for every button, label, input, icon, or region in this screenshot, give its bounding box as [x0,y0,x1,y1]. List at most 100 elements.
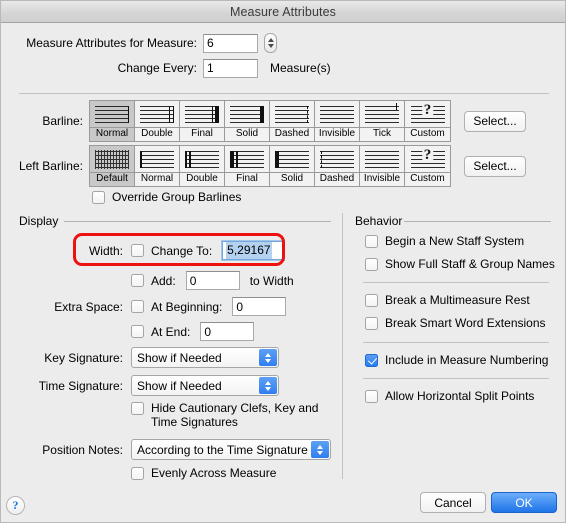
at-end-input[interactable] [200,322,255,341]
behavior-group-label: Behavior [355,214,403,228]
barline-select-button[interactable]: Select... [464,110,526,132]
behavior-item-label: Break Smart Word Extensions [385,316,546,330]
left-barline-default-icon [90,146,134,172]
barline-label: Barline: [42,114,83,128]
barline-option-final[interactable]: Final [180,101,225,141]
width-label: Width: [88,243,123,258]
key-signature-select[interactable]: Show if Needed [131,347,279,368]
barline-option-label: Custom [405,127,450,141]
measure-number-row: Measure Attributes for Measure: [1,31,566,55]
begin-new-staff-system-checkbox[interactable] [365,234,378,248]
help-button[interactable]: ? [6,496,25,515]
barline-normal-icon [90,101,134,127]
at-beginning-input[interactable] [232,297,287,316]
top-separator [19,93,549,94]
measure-attributes-dialog: Measure Attributes Measure Attributes fo… [0,0,566,523]
left-barline-option-label: Double [180,172,224,186]
left-barline-option-default[interactable]: Default [90,146,135,186]
evenly-across-measure-checkbox[interactable] [131,466,144,480]
stepper-down-icon[interactable] [267,44,274,48]
include-in-measure-numbering-checkbox[interactable] [365,353,378,367]
override-group-barlines-label: Override Group Barlines [112,190,242,204]
behavior-separator-2 [363,342,549,343]
stepper-up-icon[interactable] [267,38,274,42]
allow-horizontal-split-points-checkbox[interactable] [365,389,378,403]
chevron-updown-icon[interactable] [259,377,277,394]
left-barline-option-label: Solid [270,172,314,186]
position-notes-select[interactable]: According to the Time Signature [131,439,331,460]
show-full-staff-group-names-checkbox[interactable] [365,257,378,271]
at-beginning-label: At Beginning: [151,299,223,314]
evenly-across-measure-label: Evenly Across Measure [151,466,277,480]
left-barline-options-matrix[interactable]: Default Normal Double Final Solid Dashed… [89,145,451,187]
key-signature-row: Key Signature: Show if Needed [1,347,279,368]
add-input[interactable] [185,271,240,290]
change-every-label: Change Every: [117,61,197,75]
left-barline-option-solid[interactable]: Solid [270,146,315,186]
left-barline-option-dashed[interactable]: Dashed [315,146,360,186]
barline-double-icon [135,101,179,127]
left-barline-option-double[interactable]: Double [180,146,225,186]
barline-custom-icon: ? [405,101,450,127]
change-to-input[interactable]: 5,29167 [221,240,286,261]
hide-cautionary-row[interactable]: Hide Cautionary Clefs, Key and Time Sign… [131,401,318,429]
left-barline-option-label: Final [225,172,269,186]
barline-option-invisible[interactable]: Invisible [315,101,360,141]
chevron-updown-icon[interactable] [311,441,329,458]
behavior-item-allow-horizontal-split-points[interactable]: Allow Horizontal Split Points [365,389,534,403]
barline-option-normal[interactable]: Normal [90,101,135,141]
evenly-across-measure-row[interactable]: Evenly Across Measure [131,466,276,480]
hide-cautionary-checkbox[interactable] [131,402,144,415]
barline-solid-icon [225,101,269,127]
barline-option-label: Double [135,127,179,141]
add-to-width-row: Add: to Width [1,271,294,290]
barline-option-label: Dashed [270,127,314,141]
barline-option-label: Tick [360,127,404,141]
barline-row: Barline: Normal Double Final Solid Dashe… [1,100,566,142]
override-group-barlines-row[interactable]: Override Group Barlines [92,190,241,204]
measure-number-input[interactable] [203,33,258,53]
width-change-to-row: Width: Change To: 5,29167 [1,240,286,261]
left-barline-invisible-icon [360,146,404,172]
add-checkbox[interactable] [131,274,144,287]
behavior-item-label: Break a Multimeasure Rest [385,293,530,307]
barline-option-tick[interactable]: Tick [360,101,405,141]
behavior-item-include-in-measure-numbering[interactable]: Include in Measure Numbering [365,353,548,367]
barline-option-double[interactable]: Double [135,101,180,141]
left-barline-select-button[interactable]: Select... [464,155,526,177]
hide-cautionary-label-line2: Time Signatures [151,415,238,429]
change-to-checkbox[interactable] [131,244,144,257]
override-group-barlines-checkbox[interactable] [92,190,105,204]
extra-space-end-row: At End: [1,322,255,341]
left-barline-dashed-icon [315,146,359,172]
behavior-item-break-multimeasure-rest[interactable]: Break a Multimeasure Rest [365,293,530,307]
behavior-item-begin-new-staff-system[interactable]: Begin a New Staff System [365,234,524,248]
break-smart-word-extensions-checkbox[interactable] [365,316,378,330]
change-to-value: 5,29167 [226,242,272,259]
left-barline-option-label: Custom [405,172,450,186]
barline-option-dashed[interactable]: Dashed [270,101,315,141]
measure-number-stepper[interactable] [264,33,277,53]
behavior-separator-3 [363,378,549,379]
behavior-item-break-smart-word-extensions[interactable]: Break Smart Word Extensions [365,316,546,330]
change-every-input[interactable] [203,58,258,78]
left-barline-option-normal[interactable]: Normal [135,146,180,186]
behavior-item-show-full-staff-group-names[interactable]: Show Full Staff & Group Names [365,257,555,271]
at-beginning-checkbox[interactable] [131,300,144,313]
window-title: Measure Attributes [229,4,337,19]
barline-option-solid[interactable]: Solid [225,101,270,141]
barline-options-matrix[interactable]: Normal Double Final Solid Dashed Invisib… [89,100,451,142]
left-barline-option-label: Normal [135,172,179,186]
barline-option-custom[interactable]: ? Custom [405,101,450,141]
chevron-updown-icon[interactable] [259,349,277,366]
left-barline-option-invisible[interactable]: Invisible [360,146,405,186]
add-suffix-label: to Width [249,273,294,288]
cancel-button[interactable]: Cancel [420,492,486,513]
ok-button[interactable]: OK [491,492,557,513]
time-signature-select[interactable]: Show if Needed [131,375,279,396]
left-barline-option-custom[interactable]: ? Custom [405,146,450,186]
left-barline-option-final[interactable]: Final [225,146,270,186]
break-multimeasure-rest-checkbox[interactable] [365,293,378,307]
position-notes-value: According to the Time Signature [137,442,308,457]
at-end-checkbox[interactable] [131,325,144,338]
